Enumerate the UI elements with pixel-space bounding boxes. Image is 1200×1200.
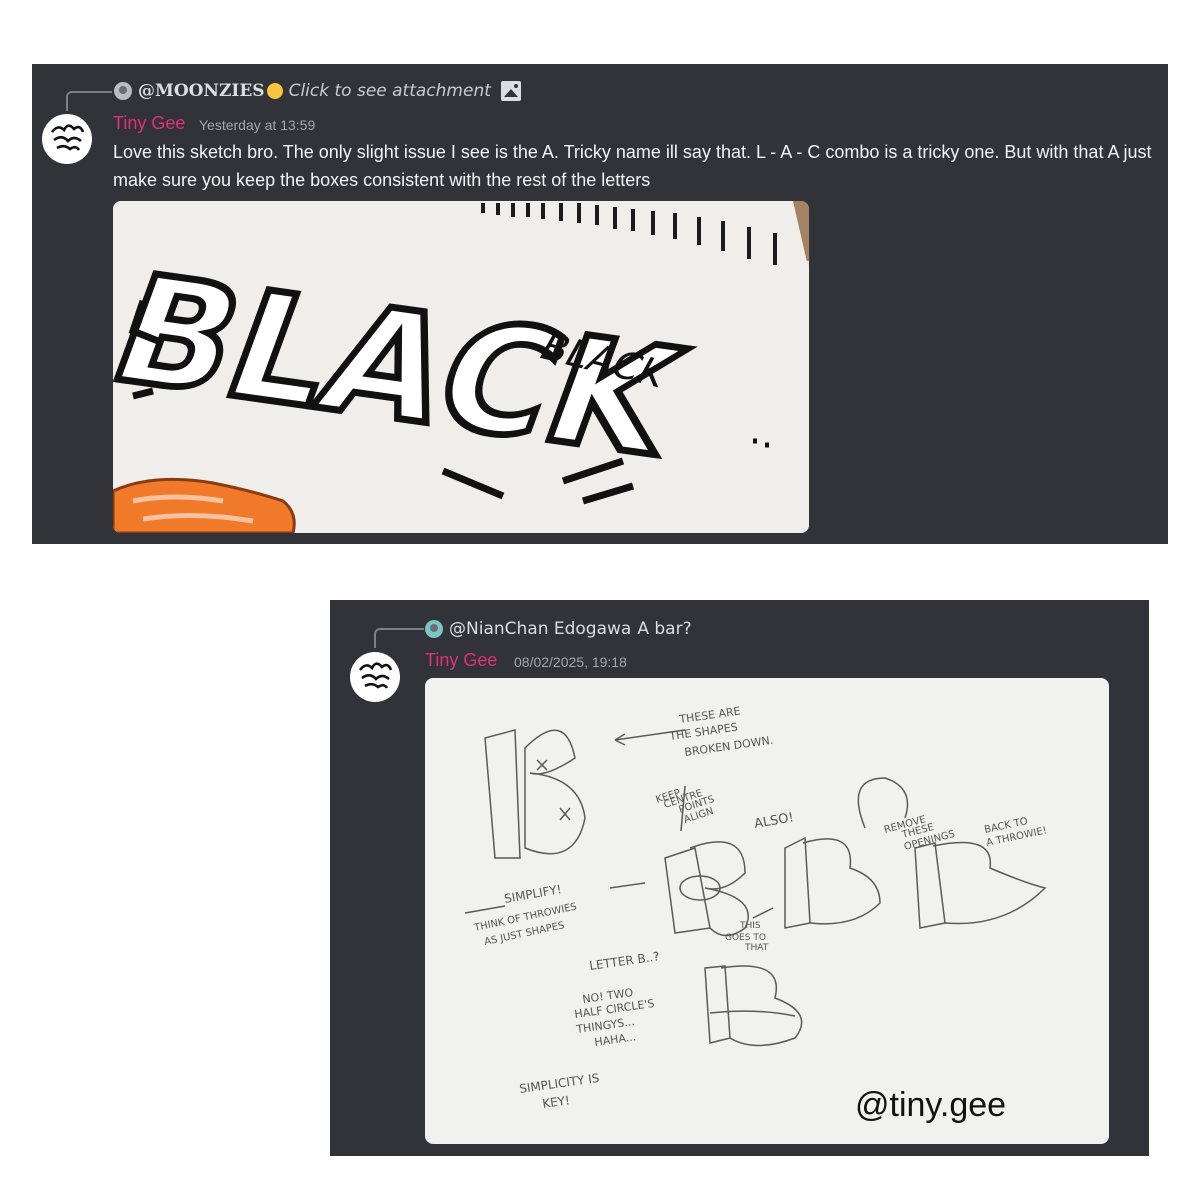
reply-preview[interactable]: @NianChan Edogawa A bar?	[425, 619, 692, 639]
watermark: @tiny.gee	[855, 1086, 1007, 1124]
note-goes: GOES TO	[725, 933, 766, 943]
username[interactable]: Tiny Gee	[113, 113, 185, 134]
reply-avatar[interactable]	[114, 82, 132, 100]
reply-avatar[interactable]	[425, 620, 443, 638]
reply-attachment-link[interactable]: Click to see attachment	[289, 81, 491, 101]
timestamp: 08/02/2025, 19:18	[514, 654, 627, 670]
avatar[interactable]	[350, 652, 400, 702]
message-panel-1: @MOONZIES Click to see attachment Tiny G…	[32, 64, 1168, 544]
note-this: THIS	[739, 921, 761, 931]
sketch-attachment[interactable]: THESE ARE THE SHAPES BROKEN DOWN. KEEP C…	[425, 678, 1109, 1144]
sketch-attachment[interactable]: BLACK BLACK	[113, 201, 809, 533]
timestamp: Yesterday at 13:59	[199, 117, 316, 133]
avatar[interactable]	[42, 114, 92, 164]
message-text: Love this sketch bro. The only slight is…	[113, 142, 1152, 190]
reply-mention[interactable]: @MOONZIES	[138, 81, 265, 101]
relieved-emoji-icon	[266, 83, 283, 99]
username[interactable]: Tiny Gee	[425, 650, 497, 671]
reply-text[interactable]: A bar?	[637, 619, 691, 639]
message-panel-2: @NianChan Edogawa A bar? Tiny Gee 08/02/…	[330, 600, 1149, 1156]
reply-connector	[66, 91, 112, 111]
note-that: THAT	[744, 943, 769, 953]
reply-connector	[374, 628, 424, 648]
reply-mention[interactable]: @NianChan Edogawa	[449, 619, 631, 639]
reply-preview[interactable]: @MOONZIES Click to see attachment	[114, 81, 521, 101]
image-icon	[500, 81, 521, 101]
